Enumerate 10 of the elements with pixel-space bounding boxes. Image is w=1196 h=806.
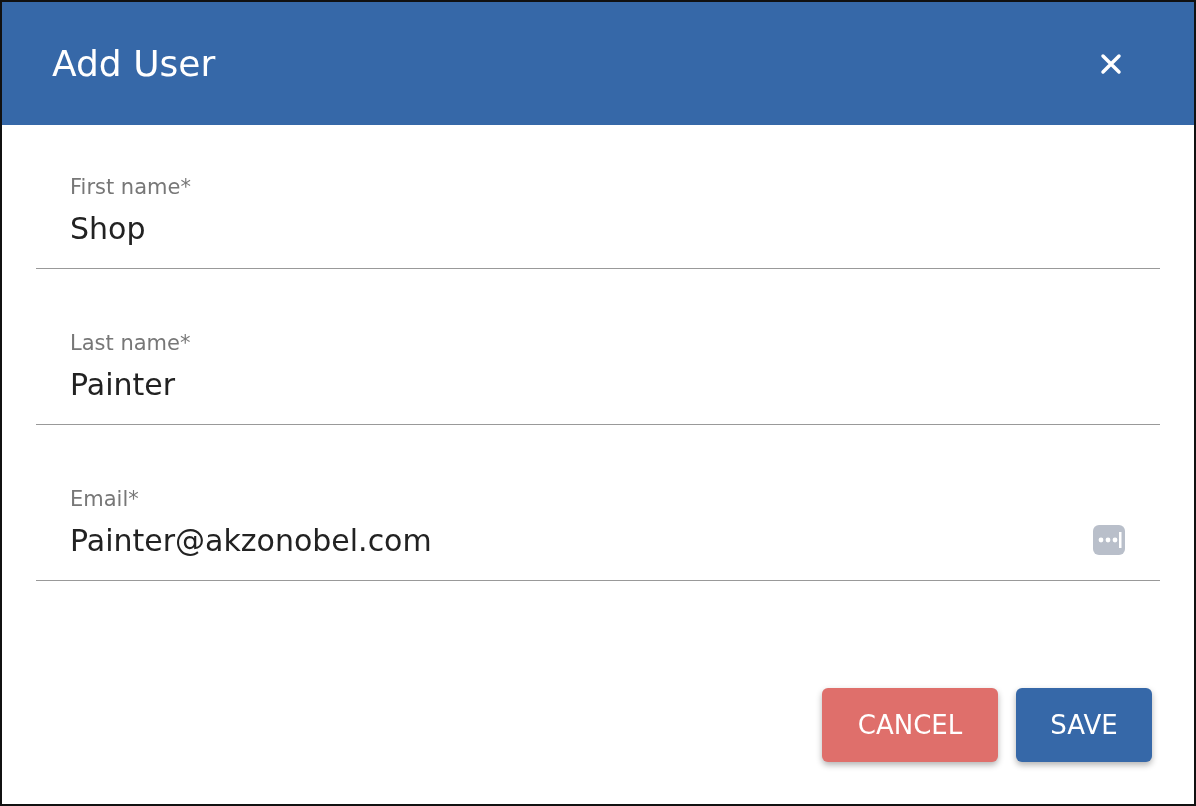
field-label: First name* — [70, 175, 192, 199]
field-label: Last name* — [70, 331, 192, 355]
save-button[interactable]: SAVE — [1016, 688, 1152, 762]
close-icon — [1100, 52, 1122, 75]
text-field[interactable]: Painter@akzonobel.com — [70, 520, 1092, 560]
field-label: Email* — [70, 487, 140, 511]
text-field[interactable]: Painter — [70, 364, 1126, 404]
dialog-title: Add User — [52, 43, 216, 84]
text-field[interactable]: Shop — [70, 208, 1126, 248]
close-button[interactable] — [1100, 52, 1122, 75]
